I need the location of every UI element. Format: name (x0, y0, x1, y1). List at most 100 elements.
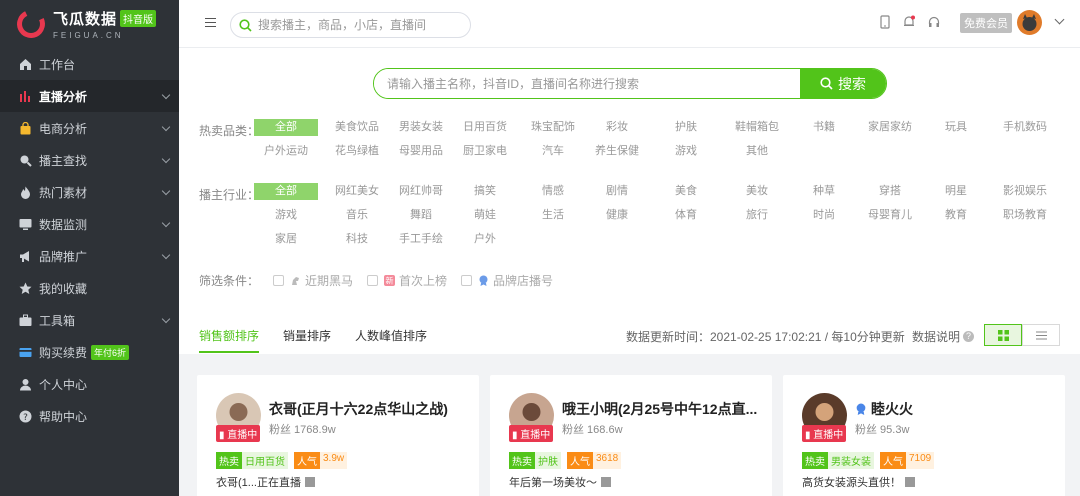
condition-dark-horse[interactable]: 近期黑马 (273, 272, 353, 289)
industries-tag[interactable]: 种草 (792, 183, 856, 200)
industries-tag[interactable]: 手工手绘 (389, 231, 453, 248)
sidebar-item-0[interactable]: 工作台 (0, 48, 179, 80)
sidebar-item-10[interactable]: 个人中心 (0, 368, 179, 400)
streamer-name[interactable]: 衣哥(正月十六22点华山之战) (269, 399, 448, 419)
list-view-button[interactable] (1022, 324, 1060, 346)
industries-tag[interactable]: 全部 (254, 183, 318, 200)
industries-tag[interactable]: 萌娃 (453, 207, 517, 224)
logo[interactable]: 飞瓜数据 抖音版 FEIGUA.CN (0, 0, 179, 48)
categories-tag[interactable]: 珠宝配饰 (521, 119, 585, 136)
industries-tag[interactable]: 户外 (453, 231, 517, 248)
categories-tag[interactable]: 护肤 (654, 119, 718, 136)
menu-toggle-icon[interactable] (205, 18, 216, 27)
industries-tag[interactable]: 影视娱乐 (993, 183, 1057, 200)
sidebar-item-11[interactable]: ? 帮助中心 (0, 400, 179, 432)
checkbox[interactable] (273, 275, 285, 286)
categories-tag[interactable]: 手机数码 (993, 119, 1057, 136)
industries-tag[interactable]: 剧情 (585, 183, 649, 200)
industries-tag[interactable]: 职场教育 (993, 207, 1057, 224)
main-search[interactable]: 搜索 (373, 68, 887, 99)
industries-tag[interactable]: 旅行 (725, 207, 789, 224)
data-explain-link[interactable]: 数据说明 ? (912, 328, 975, 345)
qr-code-icon[interactable] (601, 477, 611, 487)
tab-peak-viewers[interactable]: 人数峰值排序 (355, 327, 427, 353)
industries-tag[interactable]: 体育 (654, 207, 718, 224)
categories-tag[interactable]: 玩具 (924, 119, 988, 136)
chevron-down-icon[interactable] (161, 186, 171, 196)
qr-code-icon[interactable] (304, 477, 315, 487)
checkbox[interactable] (461, 275, 473, 286)
grid-view-button[interactable] (984, 324, 1022, 346)
bell-icon[interactable] (902, 15, 916, 29)
categories-tag[interactable]: 日用百货 (453, 119, 517, 136)
condition-first-list[interactable]: 新 首次上榜 (367, 272, 447, 289)
categories-tag[interactable]: 养生保健 (585, 143, 649, 160)
sidebar-item-2[interactable]: 电商分析 (0, 112, 179, 144)
industries-tag[interactable]: 情感 (521, 183, 585, 200)
streamer-card[interactable]: ▮ 直播中 衣哥(正月十六22点华山之战) 粉丝 1768.9w 热卖 日用百货 人气 3.… (197, 375, 479, 496)
streamer-name[interactable]: 哦王小明(2月25号中午12点直... (562, 399, 757, 419)
industries-tag[interactable]: 母婴育儿 (858, 207, 922, 224)
search-button[interactable]: 搜索 (800, 69, 886, 98)
user-avatar[interactable] (1017, 10, 1042, 35)
member-badge[interactable]: 免费会员 (960, 13, 1012, 33)
categories-tag[interactable]: 其他 (725, 143, 789, 160)
sidebar-item-9[interactable]: 购买续费 年付6折 (0, 336, 179, 368)
streamer-name[interactable]: 睦火火 (855, 399, 913, 419)
chevron-down-icon[interactable] (161, 122, 171, 132)
tab-sales-amount[interactable]: 销售额排序 (199, 327, 260, 353)
chevron-down-icon[interactable] (161, 314, 171, 324)
sidebar-item-5[interactable]: 数据监测 (0, 208, 179, 240)
categories-tag[interactable]: 游戏 (654, 143, 718, 160)
categories-tag[interactable]: 母婴用品 (389, 143, 453, 160)
streamer-card[interactable]: ▮ 直播中 睦火火 粉丝 95.3w 热卖 男装女装 人气 7109 高货女装源头直供！ (783, 375, 1065, 496)
industries-tag[interactable]: 搞笑 (453, 183, 517, 200)
chevron-down-icon[interactable] (1054, 14, 1065, 25)
industries-tag[interactable]: 健康 (585, 207, 649, 224)
condition-brand-store[interactable]: 品牌店播号 (461, 272, 553, 289)
industries-tag[interactable]: 游戏 (254, 207, 318, 224)
chevron-down-icon[interactable] (161, 250, 171, 260)
industries-tag[interactable]: 舞蹈 (389, 207, 453, 224)
sidebar-item-3[interactable]: 播主查找 (0, 144, 179, 176)
categories-tag[interactable]: 全部 (254, 119, 318, 136)
industries-tag[interactable]: 科技 (325, 231, 389, 248)
top-search-input[interactable] (258, 18, 458, 32)
sidebar-item-1[interactable]: 直播分析 (0, 80, 179, 112)
categories-tag[interactable]: 汽车 (521, 143, 585, 160)
qr-code-icon[interactable] (905, 477, 915, 487)
chevron-down-icon[interactable] (161, 218, 171, 228)
industries-tag[interactable]: 生活 (521, 207, 585, 224)
categories-tag[interactable]: 鞋帽箱包 (725, 119, 789, 136)
phone-icon[interactable] (878, 15, 892, 29)
categories-tag[interactable]: 户外运动 (254, 143, 318, 160)
industries-tag[interactable]: 网红帅哥 (389, 183, 453, 200)
industries-tag[interactable]: 网红美女 (325, 183, 389, 200)
categories-tag[interactable]: 男装女装 (389, 119, 453, 136)
industries-tag[interactable]: 美食 (654, 183, 718, 200)
sidebar-item-8[interactable]: 工具箱 (0, 304, 179, 336)
categories-tag[interactable]: 家居家纺 (858, 119, 922, 136)
industries-tag[interactable]: 美妆 (725, 183, 789, 200)
tab-sales-volume[interactable]: 销量排序 (283, 327, 331, 353)
sidebar-item-4[interactable]: 热门素材 (0, 176, 179, 208)
checkbox[interactable] (367, 275, 379, 286)
industries-tag[interactable]: 明星 (924, 183, 988, 200)
categories-tag[interactable]: 彩妆 (585, 119, 649, 136)
sidebar-item-6[interactable]: 品牌推广 (0, 240, 179, 272)
industries-tag[interactable]: 时尚 (792, 207, 856, 224)
main-search-input[interactable] (374, 69, 800, 98)
top-search[interactable] (230, 12, 471, 38)
categories-tag[interactable]: 美食饮品 (325, 119, 389, 136)
sidebar-item-7[interactable]: 我的收藏 (0, 272, 179, 304)
chevron-down-icon[interactable] (161, 154, 171, 164)
categories-tag[interactable]: 书籍 (792, 119, 856, 136)
streamer-card[interactable]: ▮ 直播中 哦王小明(2月25号中午12点直... 粉丝 168.6w 热卖 护肤 人气 3… (490, 375, 772, 496)
industries-tag[interactable]: 穿搭 (858, 183, 922, 200)
chevron-down-icon[interactable] (161, 90, 171, 100)
version-badge[interactable]: 抖音版 (120, 10, 157, 27)
categories-tag[interactable]: 花鸟绿植 (325, 143, 389, 160)
industries-tag[interactable]: 音乐 (325, 207, 389, 224)
industries-tag[interactable]: 家居 (254, 231, 318, 248)
help-icon[interactable]: ? (963, 331, 975, 342)
